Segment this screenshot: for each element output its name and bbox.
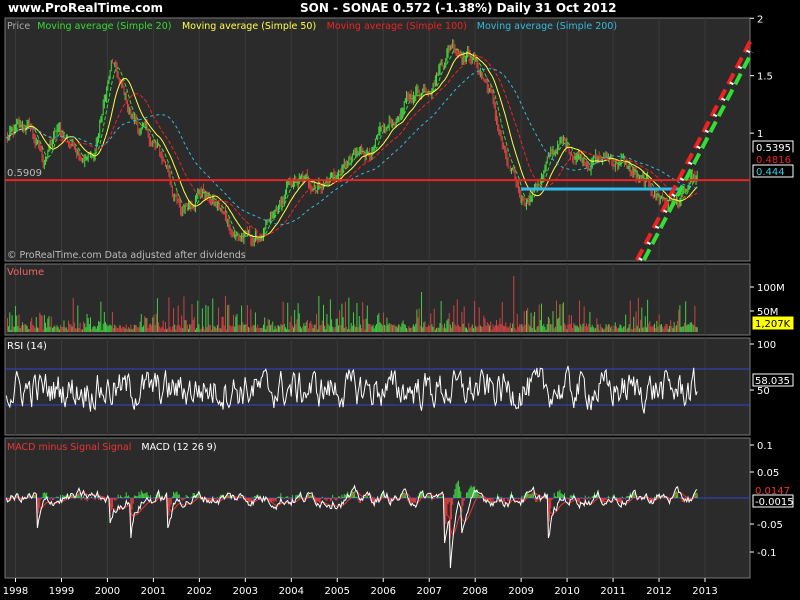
- rsi-tick-label: 100: [757, 340, 776, 351]
- volume-value-label: 1,207K: [755, 319, 791, 330]
- x-tick-label: 2004: [279, 586, 304, 597]
- macd-value-label: -0.0015: [755, 497, 794, 508]
- legend-entry: Price: [7, 21, 30, 32]
- stock-chart: 1998 1999 2000 2001 2002 2003 2004 2005 2006 2007…: [3, 14, 794, 597]
- price-footer: © ProRealTime.com Data adjusted after di…: [7, 250, 246, 261]
- x-tick-label: 2008: [462, 586, 487, 597]
- price-label: 0.5395: [756, 143, 791, 154]
- macd-tick-label: 0.05: [757, 468, 779, 479]
- x-tick-label: 1998: [3, 586, 28, 597]
- x-tick-label: 2005: [325, 586, 350, 597]
- legend-entry: Moving average (Simple 200): [477, 21, 617, 32]
- x-tick-label: 2010: [554, 586, 579, 597]
- y-tick-label: 2: [757, 14, 763, 25]
- macd-panel: [4, 437, 751, 579]
- legend-entry: Moving average (Simple 50): [182, 21, 316, 32]
- x-tick-label: 2001: [141, 586, 166, 597]
- rsi-value-label: 58.035: [755, 376, 790, 387]
- legend-entry: Moving average (Simple 20): [37, 21, 171, 32]
- level-label: 0.5909: [7, 168, 42, 179]
- macd-tick-label: -0.05: [757, 520, 783, 531]
- rsi-title: RSI (14): [7, 341, 47, 352]
- x-tick-label: 2000: [95, 586, 120, 597]
- x-tick-label: 2006: [371, 586, 396, 597]
- volume-title: Volume: [7, 267, 44, 278]
- y-tick-label: 1.5: [757, 72, 773, 83]
- y-tick-label: 1: [757, 129, 763, 140]
- x-tick-label: 2007: [416, 586, 441, 597]
- price-label: 0.4816: [756, 155, 791, 166]
- x-tick-label: 1999: [49, 586, 74, 597]
- legend-entry: Moving average (Simple 100): [327, 21, 467, 32]
- volume-tick-label: 50M: [757, 307, 778, 318]
- volume-tick-label: 100M: [757, 283, 785, 294]
- macd-tick-label: 0.1: [757, 441, 773, 452]
- x-tick-label: 2012: [646, 586, 671, 597]
- macd-tick-label: -0.1: [757, 548, 777, 559]
- x-tick-label: 2003: [233, 586, 258, 597]
- x-tick-label: 2009: [508, 586, 533, 597]
- price-label: 0.444: [756, 167, 785, 178]
- macd-legend-entry: Signal: [102, 442, 131, 453]
- x-tick-label: 2011: [600, 586, 625, 597]
- x-tick-label: 2013: [692, 586, 717, 597]
- rsi-tick-label: 50: [757, 386, 770, 397]
- x-tick-label: 2002: [187, 586, 212, 597]
- macd-legend-entry: MACD (12 26 9): [141, 442, 216, 453]
- macd-legend-entry: MACD minus Signal: [7, 442, 100, 453]
